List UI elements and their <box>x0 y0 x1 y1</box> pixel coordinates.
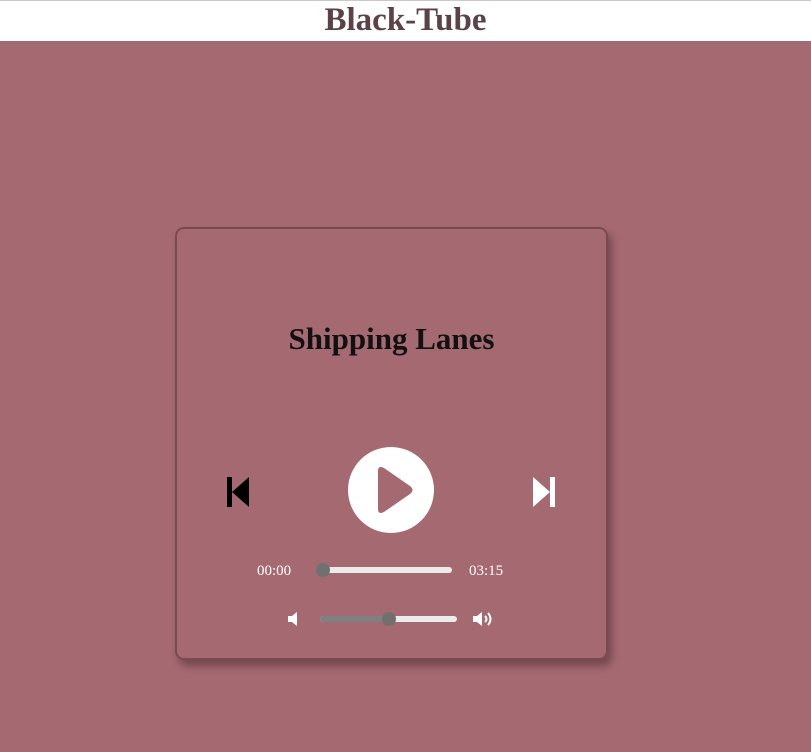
progress-slider[interactable] <box>316 563 452 577</box>
next-button[interactable] <box>531 475 557 509</box>
volume-thumb[interactable] <box>382 612 396 626</box>
track-title: Shipping Lanes <box>288 321 495 356</box>
volume-high-icon <box>472 611 496 627</box>
site-title: Black-Tube <box>324 2 487 38</box>
skip-previous-icon <box>227 477 249 507</box>
volume-slider[interactable] <box>320 612 457 626</box>
current-time: 00:00 <box>257 563 292 579</box>
volume-low-icon <box>287 611 303 627</box>
play-button[interactable] <box>348 447 434 533</box>
music-player-card: Shipping Lanes 00:00 03:15 <box>175 227 608 660</box>
site-header: Black-Tube <box>0 0 811 41</box>
progress-thumb[interactable] <box>316 563 330 577</box>
total-duration: 03:15 <box>469 563 504 579</box>
play-icon <box>378 467 413 513</box>
previous-button[interactable] <box>225 475 251 509</box>
skip-next-icon <box>533 477 555 507</box>
volume-fill <box>320 616 389 622</box>
